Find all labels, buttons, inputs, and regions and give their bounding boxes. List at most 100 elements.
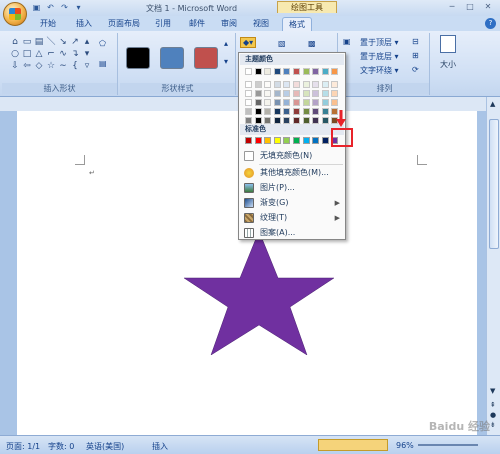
theme-color-swatch[interactable]	[302, 99, 310, 106]
theme-color-swatch[interactable]	[254, 68, 262, 75]
more-fill-colors-item[interactable]: 其他填充颜色(M)...	[240, 166, 344, 180]
standard-color-swatch[interactable]	[264, 137, 272, 144]
standard-color-swatch[interactable]	[312, 137, 320, 144]
theme-color-swatch[interactable]	[283, 99, 291, 106]
theme-color-swatch[interactable]	[331, 81, 339, 88]
theme-color-swatch[interactable]	[302, 117, 310, 124]
triangle-shape-icon[interactable]: △	[34, 49, 44, 59]
line-shape-icon[interactable]: ＼	[46, 37, 56, 47]
standard-color-swatch[interactable]	[245, 137, 252, 144]
bring-to-front-button[interactable]: 置于顶层 ▾	[360, 37, 399, 48]
theme-color-swatch[interactable]	[293, 99, 300, 106]
theme-color-swatch[interactable]	[321, 90, 329, 97]
close-icon[interactable]: ✕	[480, 1, 496, 13]
theme-color-swatch[interactable]	[283, 68, 291, 75]
browse-object-icon[interactable]: ●	[490, 411, 496, 419]
theme-color-swatch[interactable]	[264, 99, 272, 106]
zoom-level[interactable]: 96%	[396, 441, 414, 450]
star-shape[interactable]	[182, 231, 337, 355]
rectangle-shape-icon[interactable]: ▭	[22, 37, 32, 47]
shape-fill-button[interactable]: ◆▾	[240, 37, 257, 48]
tab-insert[interactable]: 插入	[70, 17, 98, 31]
left-arrow-shape-icon[interactable]: ⇦	[22, 61, 32, 71]
theme-color-swatch[interactable]	[264, 81, 272, 88]
theme-color-swatch[interactable]	[321, 68, 329, 75]
minimize-icon[interactable]: ─	[444, 1, 460, 13]
shadow-effect-icon[interactable]: ▧	[278, 39, 286, 48]
theme-color-swatch[interactable]	[245, 81, 252, 88]
wave-shape-icon[interactable]: ∼	[58, 61, 68, 71]
theme-color-swatch[interactable]	[331, 68, 339, 75]
theme-color-swatch[interactable]	[283, 117, 291, 124]
save-icon[interactable]: ▣	[31, 2, 42, 13]
diamond-shape-icon[interactable]: ◇	[34, 61, 44, 71]
elbow-connector-icon[interactable]: ⌐	[46, 49, 56, 59]
gallery-up-icon[interactable]: ▴	[82, 37, 92, 47]
tab-home[interactable]: 开始	[34, 17, 62, 31]
double-arrow-shape-icon[interactable]: ↗	[70, 37, 80, 47]
theme-color-swatch[interactable]	[312, 81, 320, 88]
help-icon[interactable]: ?	[485, 18, 496, 29]
tab-view[interactable]: 视图	[248, 17, 274, 31]
theme-color-swatch[interactable]	[264, 108, 272, 115]
redo-icon[interactable]: ↷	[59, 2, 70, 13]
theme-color-swatch[interactable]	[321, 99, 329, 106]
theme-color-swatch[interactable]	[302, 90, 310, 97]
standard-color-swatch[interactable]	[254, 137, 262, 144]
gallery-down-icon[interactable]: ▾	[82, 49, 92, 59]
star-fill[interactable]	[183, 231, 335, 355]
shape-gallery[interactable]: ⌂ ▭ ▤ ＼ ↘ ↗ ▴ ○ □ △ ⌐ ∿ ↴ ▾ ⇩ ⇦ ◇ ☆ ∼ { …	[10, 37, 93, 71]
rotate-icon[interactable]: ⟳	[412, 65, 419, 74]
prev-page-icon[interactable]: ⇞	[490, 401, 496, 409]
gallery-more-icon[interactable]: ▿	[82, 61, 92, 71]
theme-color-swatch[interactable]	[293, 90, 300, 97]
standard-color-swatch[interactable]	[273, 137, 281, 144]
square-shape-icon[interactable]: □	[22, 49, 32, 59]
theme-color-swatch[interactable]	[293, 117, 300, 124]
standard-color-swatch[interactable]	[283, 137, 291, 144]
theme-color-swatch[interactable]	[293, 81, 300, 88]
tab-mailings[interactable]: 邮件	[184, 17, 210, 31]
maximize-icon[interactable]: □	[462, 1, 478, 13]
theme-color-swatch[interactable]	[254, 90, 262, 97]
zoom-slider[interactable]	[418, 444, 478, 446]
theme-color-swatch[interactable]	[264, 68, 272, 75]
theme-color-swatch[interactable]	[273, 99, 281, 106]
theme-color-swatch[interactable]	[254, 108, 262, 115]
theme-color-swatch[interactable]	[312, 108, 320, 115]
bent-arrow-icon[interactable]: ↴	[70, 49, 80, 59]
next-page-icon[interactable]: ⇟	[490, 421, 496, 429]
theme-color-swatch[interactable]	[331, 99, 339, 106]
text-wrap-button[interactable]: 文字环绕 ▾	[360, 65, 399, 76]
no-fill-item[interactable]: 无填充颜色(N)	[240, 149, 344, 163]
theme-color-swatch[interactable]	[302, 108, 310, 115]
theme-color-swatch[interactable]	[254, 99, 262, 106]
style-swatch-blue[interactable]	[160, 47, 184, 69]
theme-color-swatch[interactable]	[273, 81, 281, 88]
standard-color-swatch[interactable]	[302, 137, 310, 144]
gallery-scroll-down-icon[interactable]: ▾	[224, 57, 228, 66]
theme-color-swatch[interactable]	[302, 68, 310, 75]
theme-color-swatch[interactable]	[273, 90, 281, 97]
theme-color-swatch[interactable]	[254, 81, 262, 88]
theme-color-swatch[interactable]	[321, 108, 329, 115]
standard-color-swatch[interactable]	[321, 137, 329, 144]
tab-page-layout[interactable]: 页面布局	[104, 17, 144, 31]
star-shape-icon[interactable]: ☆	[46, 61, 56, 71]
group-icon[interactable]: ⊞	[412, 51, 419, 60]
theme-color-swatch[interactable]	[293, 108, 300, 115]
arrow-line-shape-icon[interactable]: ↘	[58, 37, 68, 47]
curve-connector-icon[interactable]: ∿	[58, 49, 68, 59]
theme-color-swatch[interactable]	[245, 99, 252, 106]
textbox2-shape-icon[interactable]: ▤	[34, 37, 44, 47]
picture-fill-item[interactable]: 图片(P)...	[240, 181, 344, 195]
theme-color-swatch[interactable]	[273, 108, 281, 115]
theme-color-swatch[interactable]	[331, 90, 339, 97]
theme-color-swatch[interactable]	[312, 90, 320, 97]
theme-color-swatch[interactable]	[264, 90, 272, 97]
theme-color-swatch[interactable]	[312, 117, 320, 124]
theme-color-swatch[interactable]	[293, 68, 300, 75]
theme-color-swatch[interactable]	[312, 99, 320, 106]
theme-color-swatch[interactable]	[283, 90, 291, 97]
gradient-fill-item[interactable]: 渐变(G) ▶	[240, 196, 344, 210]
